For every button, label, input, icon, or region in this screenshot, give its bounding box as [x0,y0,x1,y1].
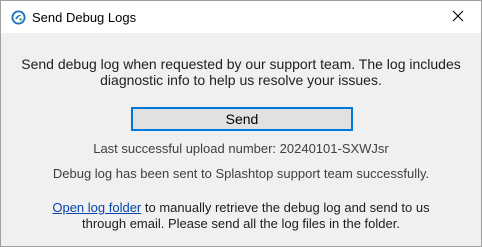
close-icon [452,10,464,25]
description-line-1: Send debug log when requested by our sup… [21,56,461,72]
instructions-line-2: through email. Please send all the log f… [82,216,400,231]
title-bar: Send Debug Logs [1,1,481,33]
instructions-text: Open log folder to manually retrieve the… [1,200,481,232]
send-debug-logs-dialog: Send Debug Logs Send debug log when requ… [0,0,482,247]
last-upload-number: Last successful upload number: 20240101-… [93,141,389,156]
send-button[interactable]: Send [131,107,353,131]
sent-status-message: Debug log has been sent to Splashtop sup… [52,166,430,181]
description-line-2: diagnostic info to help us resolve your … [100,72,382,88]
instructions-line-1-rest: to manually retrieve the debug log and s… [141,200,430,215]
dialog-content: Send debug log when requested by our sup… [1,33,481,246]
close-button[interactable] [435,1,481,33]
description-text: Send debug log when requested by our sup… [1,56,481,88]
open-log-folder-link[interactable]: Open log folder [52,200,141,215]
window-title: Send Debug Logs [32,10,137,25]
splashtop-icon [11,10,26,25]
instructions-line-1: Open log folder to manually retrieve the… [1,200,481,216]
